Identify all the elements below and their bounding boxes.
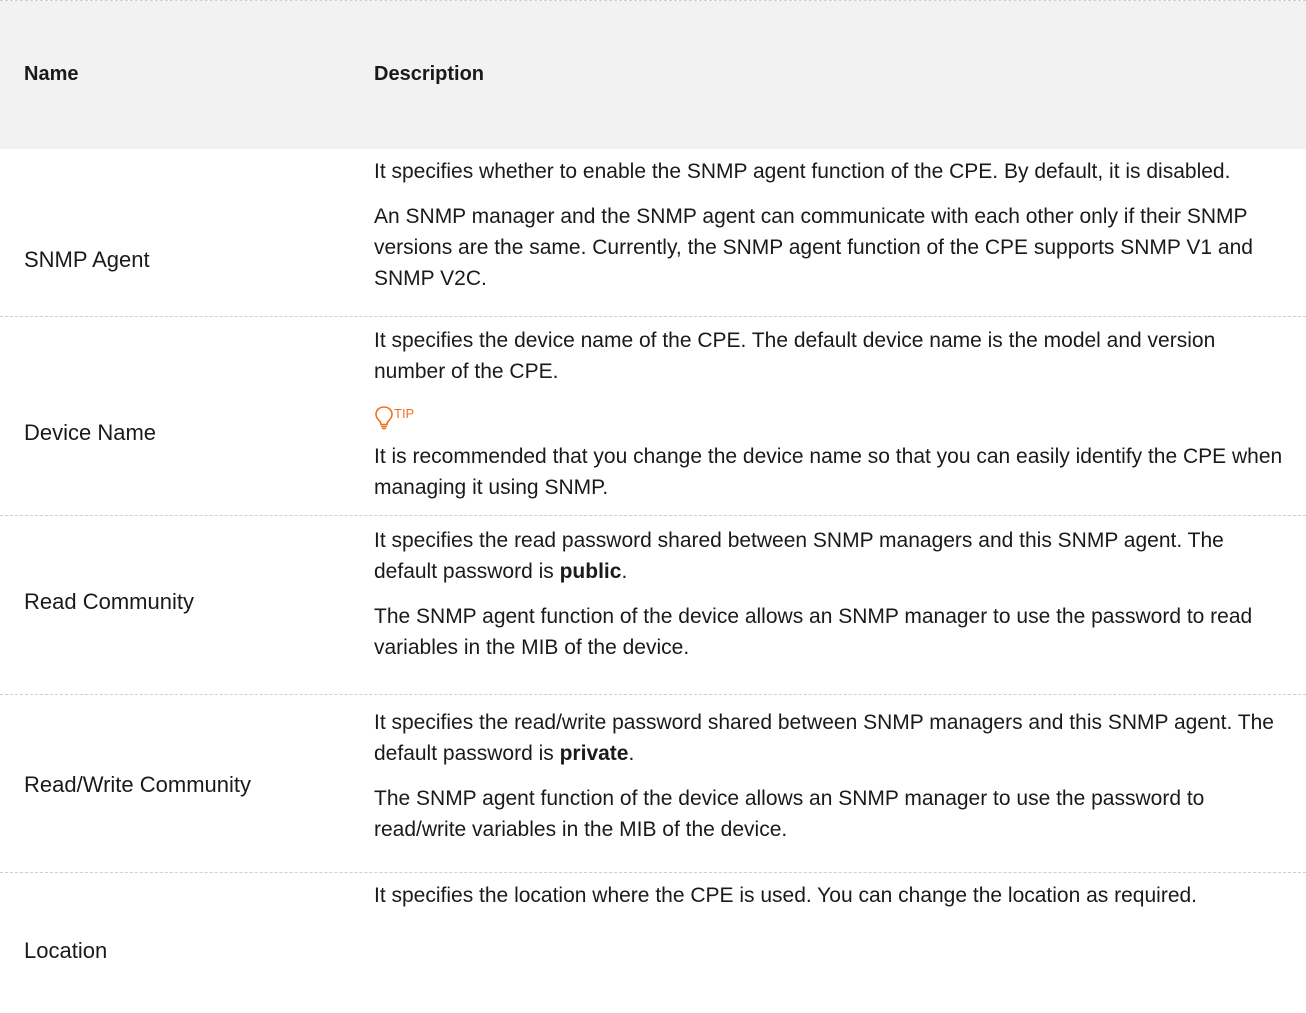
description-paragraph: An SNMP manager and the SNMP agent can c… bbox=[374, 205, 1253, 290]
param-name: Device Name bbox=[24, 420, 157, 445]
description-paragraph: It specifies whether to enable the SNMP … bbox=[374, 160, 1231, 183]
table-row: SNMP Agent It specifies whether to enabl… bbox=[0, 149, 1306, 317]
description-text: . bbox=[628, 742, 635, 765]
description-text: It specifies the read password shared be… bbox=[374, 529, 1224, 583]
description-paragraph: The SNMP agent function of the device al… bbox=[374, 605, 1253, 659]
tip-label: TIP bbox=[394, 406, 415, 421]
table-row: Read/Write Community It specifies the re… bbox=[0, 695, 1306, 873]
param-description: It specifies the location where the CPE … bbox=[374, 880, 1292, 925]
table-row: Device Name It specifies the device name… bbox=[0, 317, 1306, 516]
parameter-table: Name Description SNMP Agent It specifies… bbox=[0, 0, 1306, 1013]
description-paragraph: It is recommended that you change the de… bbox=[374, 445, 1283, 499]
column-header-name: Name bbox=[24, 63, 79, 85]
param-description: It specifies the read password shared be… bbox=[374, 525, 1292, 677]
table-row: Location It specifies the location where… bbox=[0, 873, 1306, 1013]
description-paragraph: It specifies the read/write password sha… bbox=[374, 707, 1292, 769]
table-row: Read Community It specifies the read pas… bbox=[0, 516, 1306, 695]
tip-callout: TIP bbox=[374, 401, 1292, 431]
description-text: . bbox=[621, 560, 628, 583]
param-name: Read/Write Community bbox=[24, 772, 251, 797]
default-password: private bbox=[559, 742, 629, 765]
param-name: SNMP Agent bbox=[24, 247, 150, 272]
lightbulb-icon bbox=[375, 406, 393, 430]
description-paragraph: It specifies the read password shared be… bbox=[374, 525, 1292, 587]
param-description: It specifies whether to enable the SNMP … bbox=[374, 156, 1292, 308]
description-paragraph: It specifies the location where the CPE … bbox=[374, 884, 1198, 907]
description-paragraph: It specifies the device name of the CPE.… bbox=[374, 329, 1216, 383]
param-description: It specifies the read/write password sha… bbox=[374, 707, 1292, 859]
default-password: public bbox=[559, 560, 622, 583]
description-text: It specifies the read/write password sha… bbox=[374, 711, 1274, 765]
param-name: Location bbox=[24, 938, 108, 963]
table-header: Name Description bbox=[0, 1, 1306, 149]
column-header-description: Description bbox=[374, 63, 485, 85]
param-description: It specifies the device name of the CPE.… bbox=[374, 325, 1292, 517]
param-name: Read Community bbox=[24, 589, 194, 614]
description-paragraph: The SNMP agent function of the device al… bbox=[374, 787, 1205, 841]
